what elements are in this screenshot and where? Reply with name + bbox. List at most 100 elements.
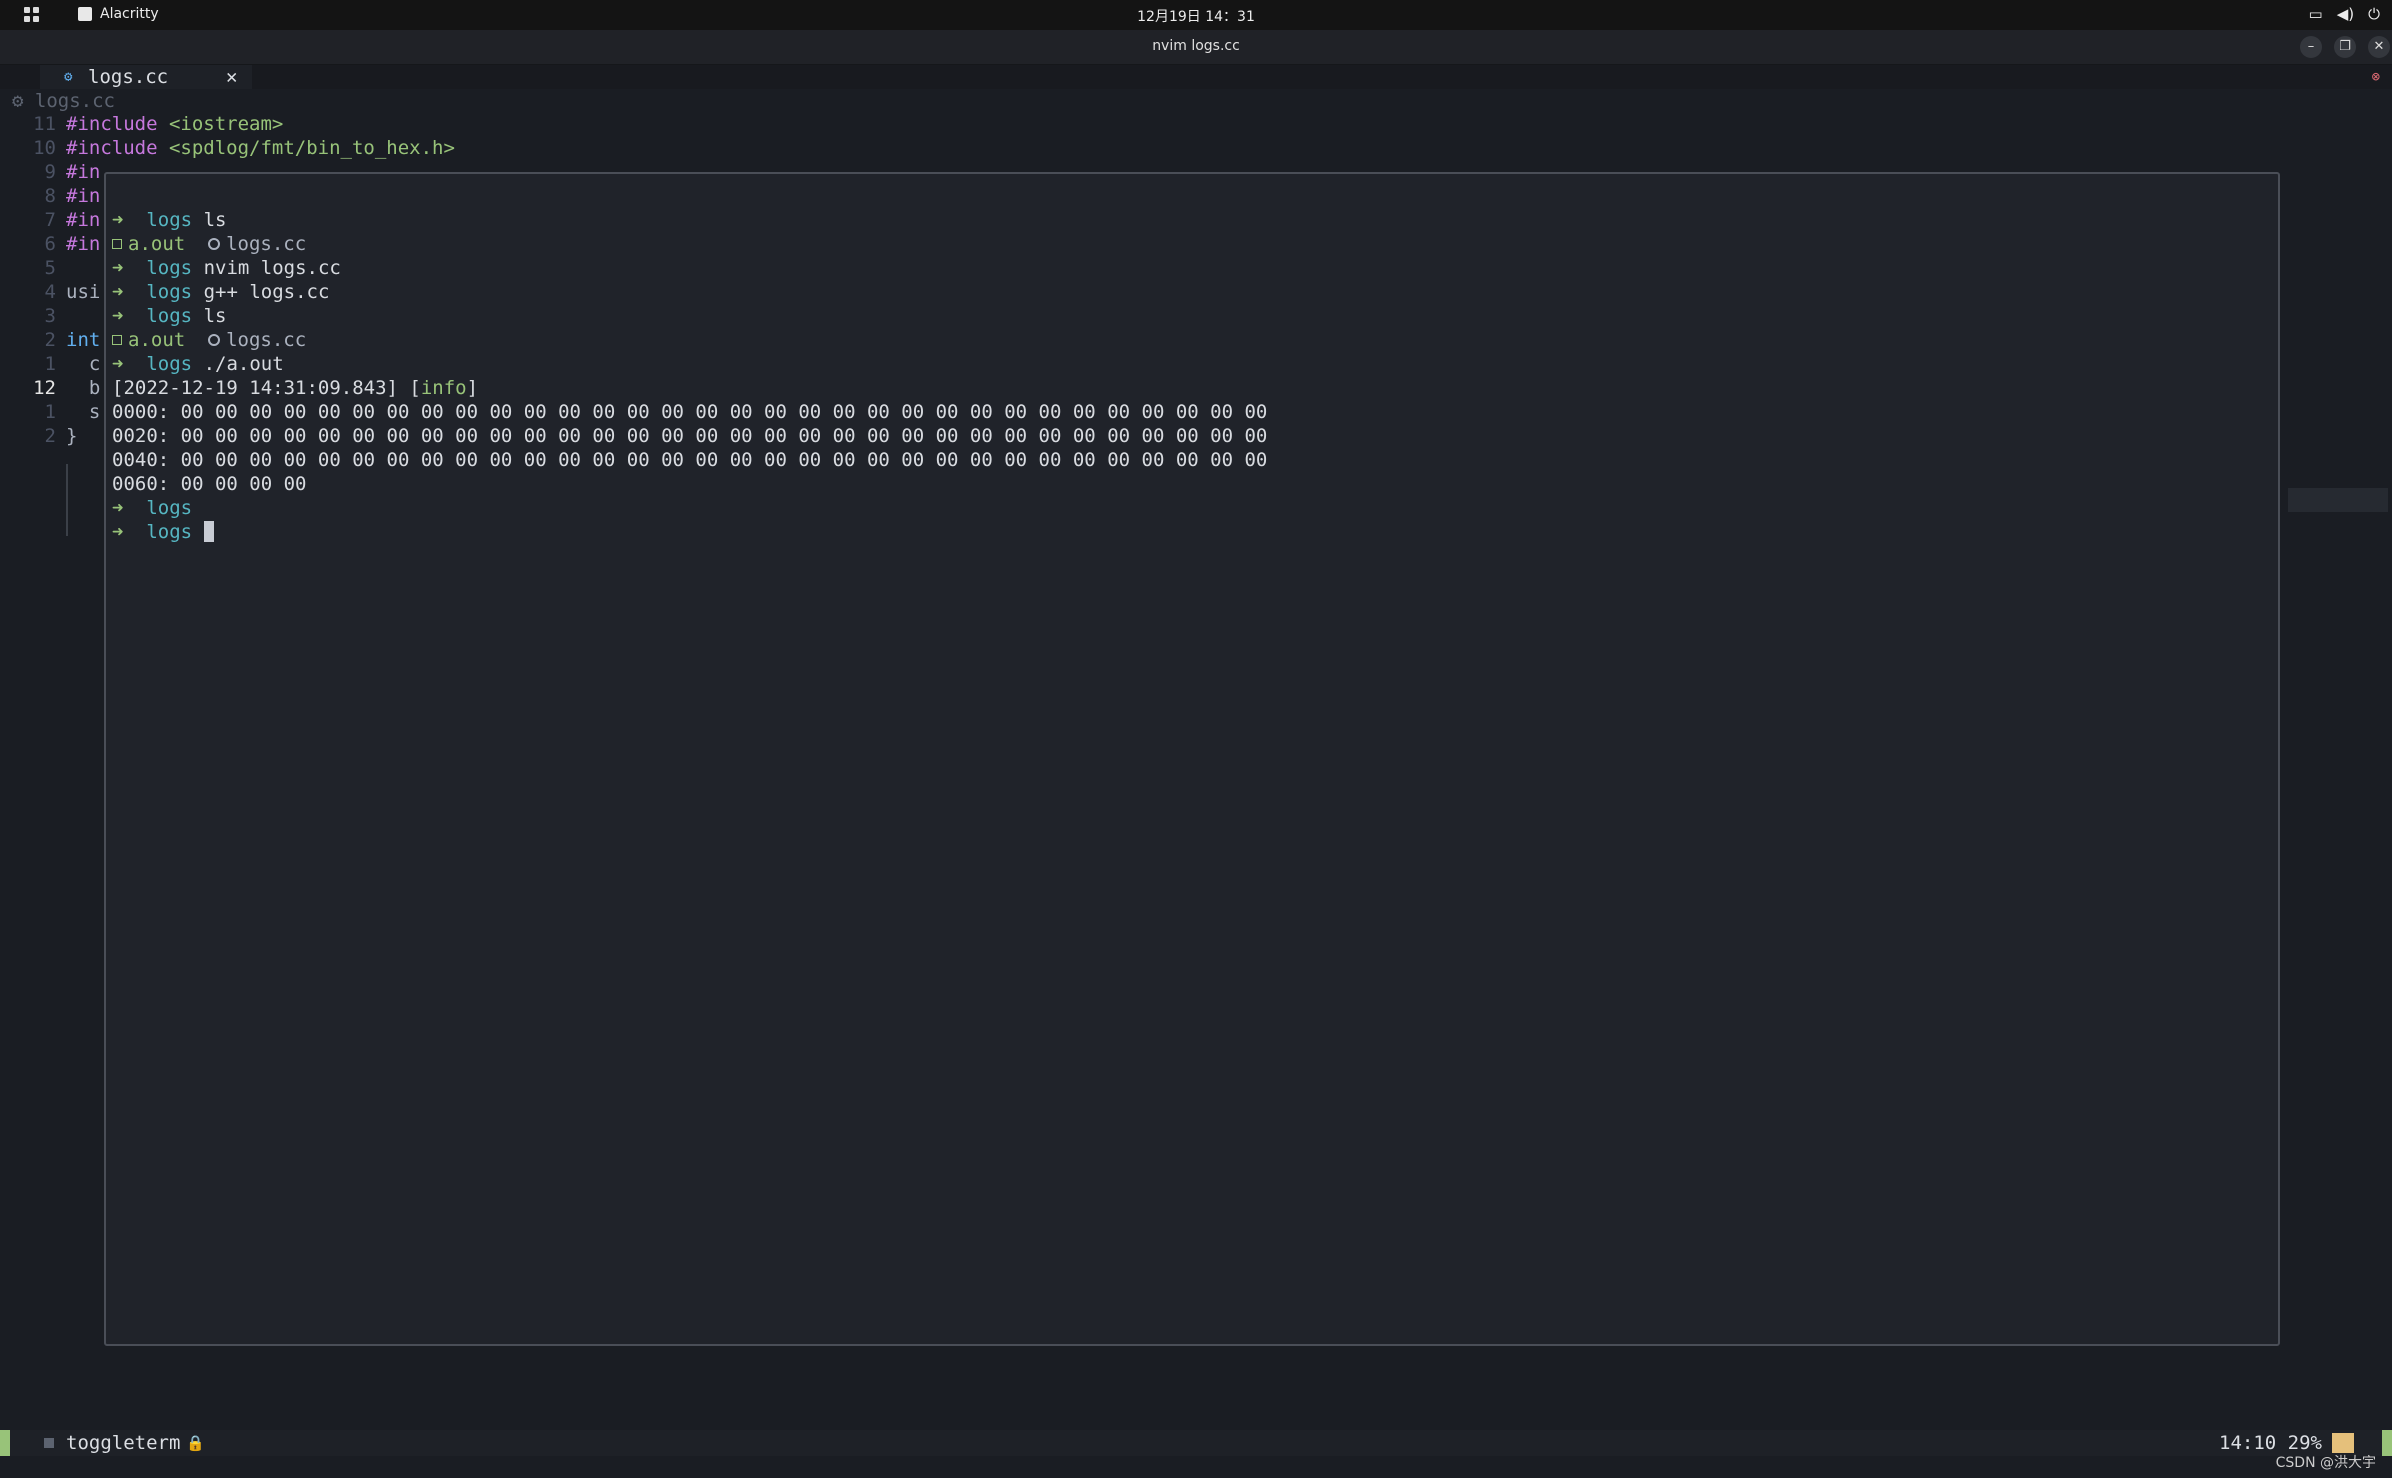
buffer-tab-logs-cc[interactable]: ⚙ logs.cc ✕	[40, 65, 252, 89]
ls-entry-file: logs.cc	[226, 233, 307, 255]
executable-icon	[112, 239, 122, 249]
cpp-file-icon	[208, 238, 221, 250]
buffer-tab-label: logs.cc	[88, 66, 169, 88]
error-indicator-icon: ⊗	[2371, 69, 2380, 85]
prompt-cwd: logs	[146, 521, 193, 543]
maximize-button[interactable]: ❐	[2334, 36, 2356, 58]
ls-entry-file: logs.cc	[226, 329, 307, 351]
code-type: int	[66, 329, 101, 351]
code-text: b	[66, 377, 101, 399]
terminal-cursor	[203, 521, 214, 542]
line-number: 8	[44, 185, 56, 207]
code-keyword: #include	[66, 113, 158, 135]
command-text: ls	[203, 209, 227, 231]
volume-icon[interactable]: ◀)	[2337, 5, 2354, 23]
window-title-bar[interactable]: nvim logs.cc – ❐ ✕	[0, 30, 2392, 65]
line-number: 1	[44, 353, 56, 375]
terminal-buffer-icon	[44, 1438, 54, 1448]
terminal-prompt-active[interactable]: ➜ logs	[112, 520, 1267, 544]
prompt-arrow-icon: ➜	[112, 521, 124, 543]
log-level: info	[420, 377, 467, 399]
prompt-arrow-icon: ➜	[112, 281, 124, 303]
indent-guide	[66, 464, 68, 536]
cpp-file-icon: ⚙	[64, 69, 73, 85]
terminal-line: ➜ logs nvim logs.cc	[112, 256, 1267, 280]
code-keyword: #include	[66, 137, 158, 159]
terminal-line: ➜ logs ./a.out	[112, 352, 1267, 376]
line-number: 11	[33, 113, 56, 135]
prompt-cwd: logs	[146, 353, 193, 375]
terminal-line: ➜ logs ls	[112, 304, 1267, 328]
command-text: g++ logs.cc	[203, 281, 330, 303]
status-buffer-name: toggleterm	[66, 1432, 181, 1454]
system-tray[interactable]: ▭ ◀) ⏻	[2309, 5, 2380, 23]
code-line: 1 s	[0, 400, 104, 424]
code-keyword: #in	[66, 185, 101, 207]
terminal-line: a.out logs.cc	[112, 328, 1267, 352]
line-number: 9	[44, 161, 56, 183]
prompt-arrow-icon: ➜	[112, 305, 124, 327]
code-line: 5	[0, 256, 104, 280]
code-line: 1 c	[0, 352, 104, 376]
mode-indicator-right	[2382, 1430, 2392, 1456]
line-number: 2	[44, 329, 56, 351]
buffer-tabline: ⚙ logs.cc ✕ ⊗	[0, 65, 2392, 89]
code-text: s	[66, 401, 101, 423]
line-number: 6	[44, 233, 56, 255]
system-top-bar: Alacritty 12月19日 14：31 ▭ ◀) ⏻	[0, 0, 2392, 30]
code-line: 8 #in	[0, 184, 104, 208]
code-text: c	[66, 353, 101, 375]
code-line-current: 12 b	[0, 376, 104, 400]
line-number: 2	[44, 425, 56, 447]
prompt-arrow-icon: ➜	[112, 209, 124, 231]
ls-entry-exe: a.out	[128, 329, 186, 351]
log-line: [2022-12-19 14:31:09.843] [info]	[112, 376, 1267, 400]
winbar-breadcrumb: ⚙ logs.cc	[12, 90, 115, 112]
close-tab-icon[interactable]: ✕	[226, 65, 237, 89]
code-line: 2}	[0, 424, 104, 448]
scroll-progress-indicator	[2332, 1433, 2354, 1453]
command-text: nvim logs.cc	[203, 257, 341, 279]
lock-icon: 🔒	[186, 1434, 205, 1452]
command-text: ls	[203, 305, 227, 327]
terminal-line: ➜ logs g++ logs.cc	[112, 280, 1267, 304]
power-icon[interactable]: ⏻	[2368, 5, 2380, 23]
line-number: 7	[44, 209, 56, 231]
cpp-file-icon	[208, 334, 221, 346]
code-keyword: #in	[66, 161, 101, 183]
hex-dump-line: 0040: 00 00 00 00 00 00 00 00 00 00 00 0…	[112, 449, 1268, 471]
code-line: 3	[0, 304, 104, 328]
prompt-cwd: logs	[146, 281, 193, 303]
line-number: 4	[44, 281, 56, 303]
code-text: <spdlog/fmt/bin_to_hex.h>	[157, 137, 455, 159]
prompt-arrow-icon: ➜	[112, 257, 124, 279]
clock[interactable]: 12月19日 14：31	[0, 6, 2392, 26]
code-line: 10 #include <spdlog/fmt/bin_to_hex.h>	[0, 136, 455, 160]
close-window-button[interactable]: ✕	[2368, 36, 2390, 58]
prompt-cwd: logs	[146, 497, 193, 519]
code-keyword: #in	[66, 233, 101, 255]
floating-terminal[interactable]: ➜ logs ls a.out logs.cc ➜ logs nvim logs…	[104, 172, 2280, 1346]
hex-dump-line: 0020: 00 00 00 00 00 00 00 00 00 00 00 0…	[112, 425, 1268, 447]
hex-dump-line: 0000: 00 00 00 00 00 00 00 00 00 00 00 0…	[112, 401, 1268, 423]
code-line: 11 #include <iostream>	[0, 112, 283, 136]
cursor-line-highlight	[2288, 488, 2388, 512]
mode-indicator	[0, 1430, 10, 1456]
status-line: toggleterm 🔒 14:10 29%	[0, 1430, 2392, 1456]
terminal-line: a.out logs.cc	[112, 232, 1267, 256]
ls-entry-exe: a.out	[128, 233, 186, 255]
line-number: 5	[44, 257, 56, 279]
screen-icon[interactable]: ▭	[2309, 5, 2323, 23]
code-line: 6 #in	[0, 232, 104, 256]
current-line-number: 12	[33, 377, 56, 399]
minimize-button[interactable]: –	[2300, 36, 2322, 58]
prompt-cwd: logs	[146, 209, 193, 231]
terminal-line: ➜ logs ls	[112, 208, 1267, 232]
prompt-arrow-icon: ➜	[112, 497, 124, 519]
code-keyword: #in	[66, 209, 101, 231]
hex-dump-line: 0060: 00 00 00 00	[112, 473, 307, 495]
log-timestamp: [2022-12-19 14:31:09.843] [	[112, 377, 421, 399]
prompt-cwd: logs	[146, 305, 193, 327]
prompt-arrow-icon: ➜	[112, 353, 124, 375]
code-text: }	[66, 425, 78, 447]
